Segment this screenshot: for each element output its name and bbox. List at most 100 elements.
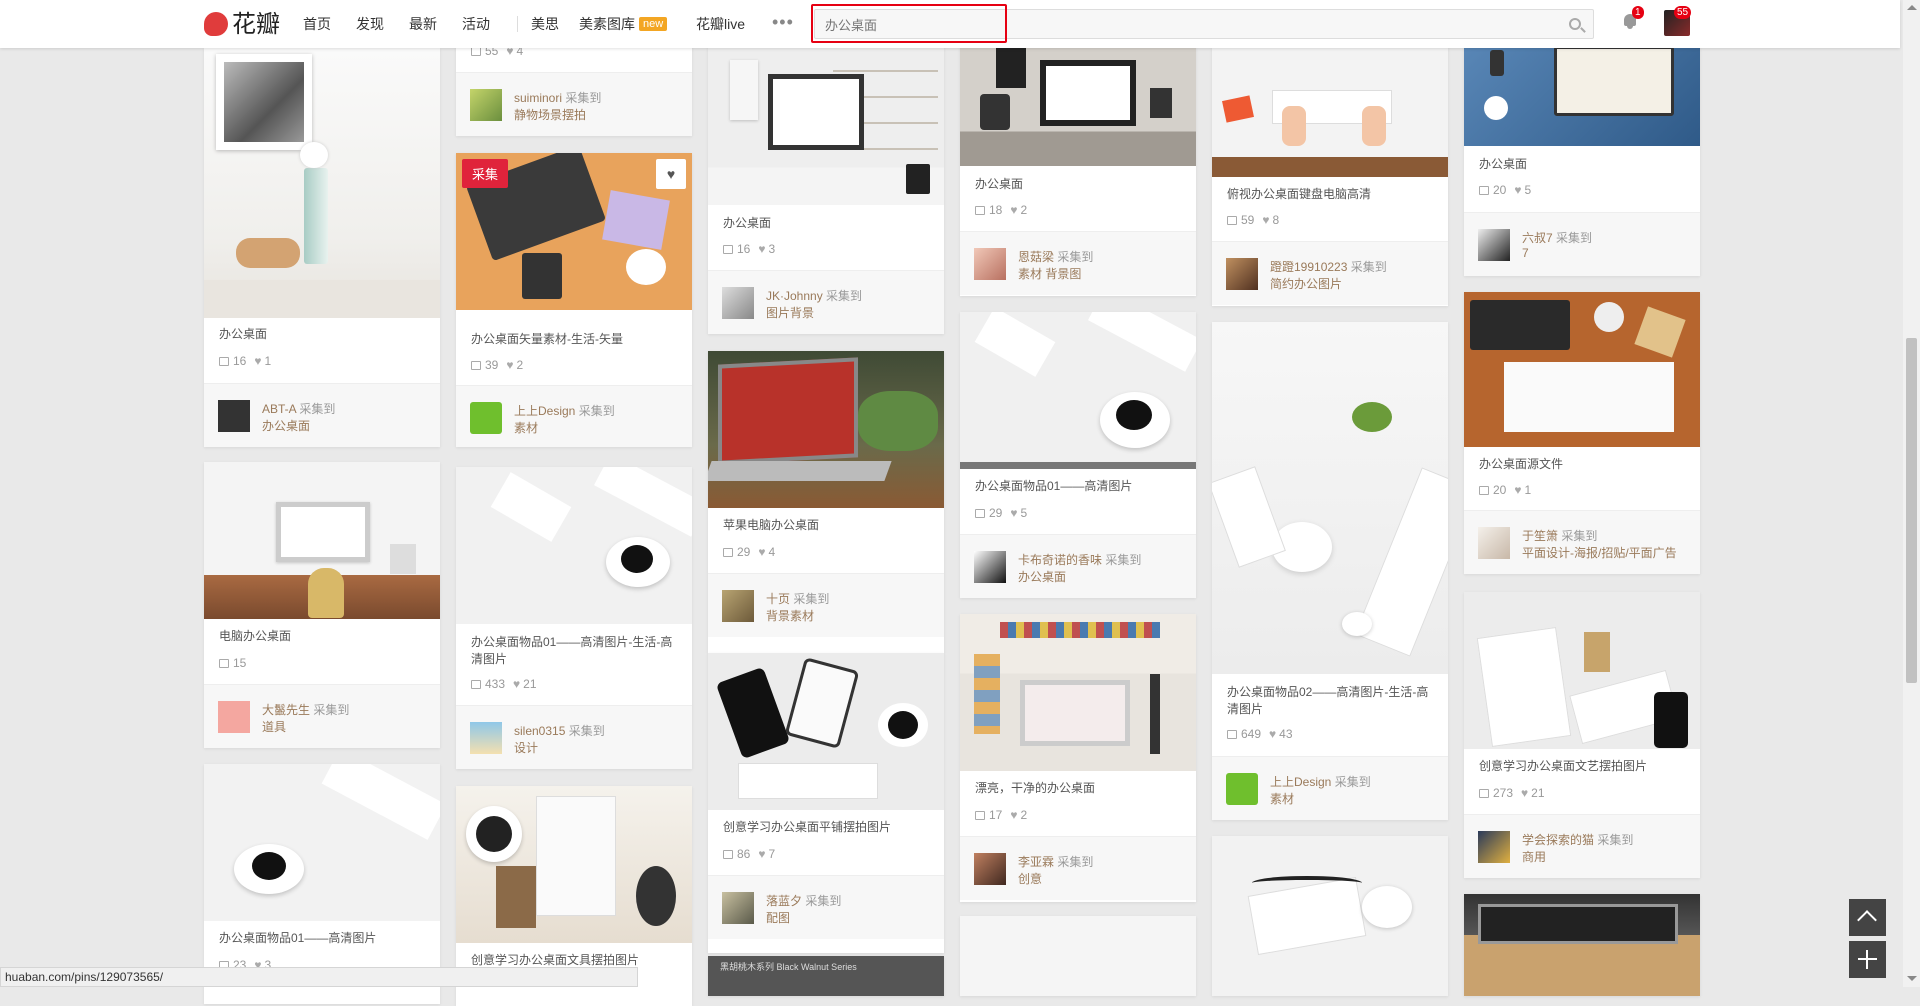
board-name[interactable]: 创意: [1018, 870, 1042, 887]
pin-title[interactable]: 办公桌面矢量素材-生活-矢量: [471, 331, 681, 348]
pin-image[interactable]: [456, 786, 692, 943]
huaban-logo[interactable]: 花瓣: [204, 9, 284, 39]
nav-discover[interactable]: 发现: [356, 14, 384, 34]
pin-title[interactable]: 办公桌面: [1479, 156, 1689, 173]
nav-meisu-gallery[interactable]: 美素图库 new: [579, 14, 668, 34]
board-name[interactable]: 简约办公图片: [1270, 275, 1342, 292]
pin-image[interactable]: [204, 462, 440, 619]
user-avatar[interactable]: [722, 287, 754, 319]
pin-title[interactable]: 俯视办公桌面键盘电脑高清: [1227, 186, 1437, 203]
pin-card[interactable]: 创意学习办公桌面平铺摆拍图片 86 ♥ 7 落蓝夕 采集到 配图: [708, 653, 944, 953]
user-avatar[interactable]: [722, 590, 754, 622]
search-icon[interactable]: [1569, 18, 1581, 30]
nav-huaban-live[interactable]: 花瓣live: [696, 14, 745, 34]
nav-meisi[interactable]: 美思: [531, 14, 559, 34]
user-avatar[interactable]: [1478, 831, 1510, 863]
user-avatar[interactable]: [1226, 773, 1258, 805]
pin-card[interactable]: [1464, 894, 1700, 996]
pin-card[interactable]: [1212, 836, 1448, 996]
user-name[interactable]: 大鬣先生: [262, 703, 310, 717]
pin-card[interactable]: 创意学习办公桌面文艺摆拍图片 273 ♥ 21 学会探索的猫 采集到 商用: [1464, 592, 1700, 878]
board-name[interactable]: 设计: [514, 739, 538, 756]
pin-image[interactable]: [960, 614, 1196, 771]
pin-image[interactable]: [1212, 836, 1448, 996]
nav-activity[interactable]: 活动: [462, 14, 490, 34]
user-name[interactable]: 学会探索的猫: [1522, 833, 1594, 847]
search-input[interactable]: [825, 15, 1525, 35]
user-name[interactable]: ABT-A: [262, 402, 296, 416]
user-avatar[interactable]: [974, 551, 1006, 583]
add-pin-button[interactable]: [1849, 941, 1886, 978]
pin-image[interactable]: [708, 351, 944, 508]
user-name[interactable]: 上上Design: [514, 404, 575, 418]
board-name[interactable]: 道具: [262, 718, 286, 735]
user-name[interactable]: 恩菇梁: [1018, 250, 1054, 264]
board-name[interactable]: 背景素材: [766, 607, 814, 624]
pin-image[interactable]: [960, 34, 1196, 166]
pin-image[interactable]: [960, 312, 1196, 469]
board-name[interactable]: 7: [1522, 246, 1529, 260]
pin-image[interactable]: [456, 467, 692, 624]
pin-title[interactable]: 创意学习办公桌面平铺摆拍图片: [723, 819, 933, 836]
pin-title[interactable]: 创意学习办公桌面文艺摆拍图片: [1479, 758, 1689, 775]
pin-title[interactable]: 苹果电脑办公桌面: [723, 517, 933, 534]
pin-card[interactable]: 办公桌面 18 ♥ 2 恩菇梁 采集到 素材 背景图: [960, 34, 1196, 296]
user-name[interactable]: 十页: [766, 592, 790, 606]
board-name[interactable]: 办公桌面: [1018, 568, 1066, 585]
user-name[interactable]: 于笙箫: [1522, 529, 1558, 543]
user-name[interactable]: 卡布奇诺的香味: [1018, 553, 1102, 567]
pin-card[interactable]: 办公桌面 20 ♥ 5 六叔7 采集到 7: [1464, 34, 1700, 276]
scroll-up-arrow-icon[interactable]: [1907, 5, 1917, 10]
pin-title[interactable]: 办公桌面物品01——高清图片: [975, 478, 1185, 495]
user-name[interactable]: silen0315: [514, 724, 565, 738]
user-name[interactable]: 落蓝夕: [766, 894, 802, 908]
pin-image[interactable]: [204, 48, 440, 318]
user-name[interactable]: JK·Johnny: [766, 289, 823, 303]
pin-image[interactable]: [1464, 592, 1700, 749]
user-name[interactable]: suiminori: [514, 91, 562, 105]
pin-image[interactable]: [960, 916, 1196, 996]
user-avatar[interactable]: [1478, 527, 1510, 559]
user-avatar[interactable]: [470, 722, 502, 754]
pin-card[interactable]: [960, 916, 1196, 996]
user-avatar[interactable]: [974, 853, 1006, 885]
pin-image[interactable]: [1464, 894, 1700, 996]
user-name[interactable]: 上上Design: [1270, 775, 1331, 789]
pin-card[interactable]: 办公桌面 16 ♥ 3 JK·Johnny 采集到 图片背景: [708, 34, 944, 334]
pin-card[interactable]: 办公桌面 16 ♥ 1 ABT-A 采集到 办公桌面: [204, 48, 440, 447]
like-button[interactable]: ♥: [656, 159, 686, 189]
pin-card[interactable]: 俯视办公桌面键盘电脑高清 59 ♥ 8 蹬蹬19910223 采集到 简约办公图片: [1212, 34, 1448, 306]
pin-title[interactable]: 办公桌面: [219, 326, 429, 343]
user-avatar[interactable]: [218, 400, 250, 432]
pin-card[interactable]: 苹果电脑办公桌面 29 ♥ 4 十页 采集到 背景素材: [708, 351, 944, 653]
pin-image[interactable]: [1212, 322, 1448, 674]
pin-title[interactable]: 办公桌面物品02——高清图片-生活-高清图片: [1227, 684, 1437, 718]
pin-card[interactable]: 采集 ♥ 办公桌面矢量素材-生活-矢量 39 ♥ 2 上上Design 采集到 素材: [456, 153, 692, 447]
pin-title[interactable]: 办公桌面物品01——高清图片: [219, 930, 429, 947]
board-name[interactable]: 图片背景: [766, 304, 814, 321]
pin-card[interactable]: 电脑办公桌面 15 大鬣先生 采集到 道具: [204, 462, 440, 748]
pin-card[interactable]: 55 ♥ 4 suiminori 采集到 静物场景摆拍: [456, 34, 692, 136]
user-name[interactable]: 六叔7: [1522, 231, 1553, 245]
pin-card[interactable]: 办公桌面物品01——高清图片-生活-高清图片 433 ♥ 21 silen0315 …: [456, 467, 692, 769]
user-name[interactable]: 李亚霖: [1018, 855, 1054, 869]
pin-card[interactable]: 漂亮，干净的办公桌面 17 ♥ 2 李亚霖 采集到 创意: [960, 614, 1196, 902]
user-avatar[interactable]: [974, 248, 1006, 280]
board-name[interactable]: 配图: [766, 909, 790, 926]
scrollbar-thumb[interactable]: [1906, 338, 1917, 683]
pin-image[interactable]: [204, 764, 440, 921]
user-name[interactable]: 蹬蹬19910223: [1270, 260, 1347, 274]
pin-card[interactable]: 黑胡桃木系列 Black Walnut Series: [708, 956, 944, 996]
pin-card[interactable]: 办公桌面物品02——高清图片-生活-高清图片 649 ♥ 43 上上Design 采…: [1212, 322, 1448, 820]
collect-button[interactable]: 采集: [462, 159, 509, 188]
back-to-top-button[interactable]: [1849, 899, 1886, 936]
user-avatar[interactable]: [1478, 229, 1510, 261]
search-box[interactable]: [814, 9, 1594, 39]
scroll-down-arrow-icon[interactable]: [1907, 976, 1917, 981]
nav-home[interactable]: 首页: [303, 14, 331, 34]
pin-image[interactable]: [708, 653, 944, 810]
pin-image[interactable]: [708, 34, 944, 205]
pin-card[interactable]: 办公桌面源文件 20 ♥ 1 于笙箫 采集到 平面设计-海报/招贴/平面广告: [1464, 292, 1700, 574]
pin-image[interactable]: [1464, 292, 1700, 447]
board-name[interactable]: 静物场景摆拍: [514, 106, 586, 123]
